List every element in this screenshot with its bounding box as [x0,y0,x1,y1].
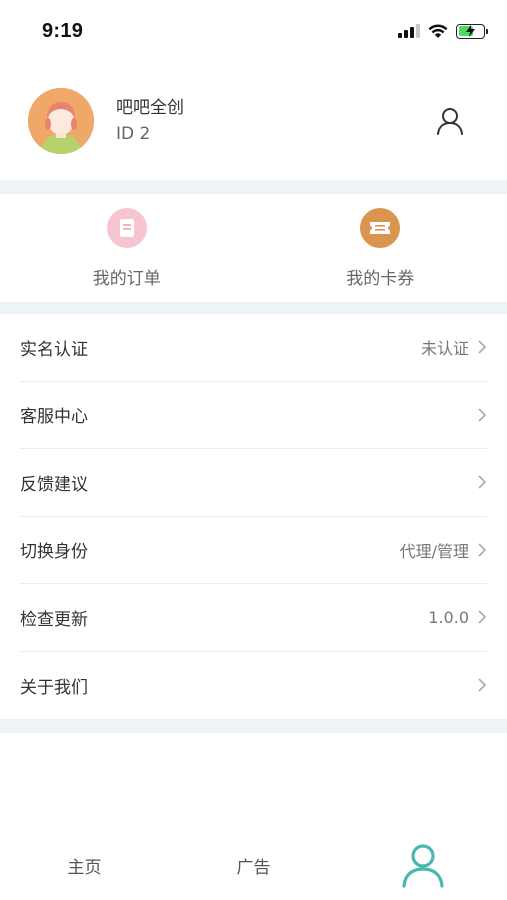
app-version: 1.0.0 [428,607,469,627]
menu-item-label: 检查更新 [20,609,88,630]
chevron-right-icon [478,408,487,422]
settings-menu: 实名认证 未认证 客服中心 反馈建议 切换身份 代理/管理 检查更新 1.0.0 [0,314,507,719]
profile-tab-icon [401,844,444,888]
section-divider [0,719,507,733]
signal-icon [398,24,420,38]
order-icon [106,208,147,248]
tab-profile[interactable] [338,830,507,900]
current-identity: 代理/管理 [399,541,469,561]
status-icons [398,23,488,39]
tab-label: 主页 [67,857,102,878]
tab-bar: 主页 广告 [0,830,507,900]
tab-home[interactable]: 主页 [0,830,169,900]
profile-header: 吧吧全创 ID 2 [0,62,507,180]
chevron-right-icon [478,610,487,624]
profile-text: 吧吧全创 ID 2 [116,96,435,146]
battery-charging-icon [456,23,488,39]
chevron-right-icon [478,340,487,354]
menu-item-label: 关于我们 [20,677,88,698]
section-divider [0,180,507,194]
avatar-illustration [28,88,94,154]
coupon-icon [360,208,401,248]
my-orders-button[interactable]: 我的订单 [0,194,254,302]
menu-item-verification[interactable]: 实名认证 未认证 [20,314,487,382]
menu-item-check-update[interactable]: 检查更新 1.0.0 [20,584,487,652]
menu-item-label: 实名认证 [20,339,88,360]
menu-item-about-us[interactable]: 关于我们 [20,652,487,720]
verification-status: 未认证 [420,339,469,359]
my-coupons-label: 我的卡券 [346,269,415,289]
chevron-right-icon [478,543,487,557]
menu-item-switch-identity[interactable]: 切换身份 代理/管理 [20,517,487,584]
avatar[interactable] [28,88,94,154]
status-time: 9:19 [42,19,84,42]
quick-actions: 我的订单 我的卡券 [0,194,507,302]
menu-item-feedback[interactable]: 反馈建议 [20,449,487,517]
my-coupons-button[interactable]: 我的卡券 [254,194,507,302]
section-divider [0,302,507,314]
wifi-icon [428,23,448,38]
user-outline-icon[interactable] [435,106,465,136]
tab-ads[interactable]: 广告 [169,830,338,900]
profile-name: 吧吧全创 [116,98,184,118]
profile-id: ID 2 [116,124,151,144]
menu-item-label: 切换身份 [20,542,88,563]
status-bar: 9:19 [0,0,507,62]
chevron-right-icon [478,475,487,489]
chevron-right-icon [478,678,487,692]
my-orders-label: 我的订单 [92,269,161,289]
menu-item-label: 客服中心 [20,407,88,428]
tab-label: 广告 [236,857,271,878]
menu-item-customer-service[interactable]: 客服中心 [20,382,487,449]
menu-item-label: 反馈建议 [20,474,88,495]
